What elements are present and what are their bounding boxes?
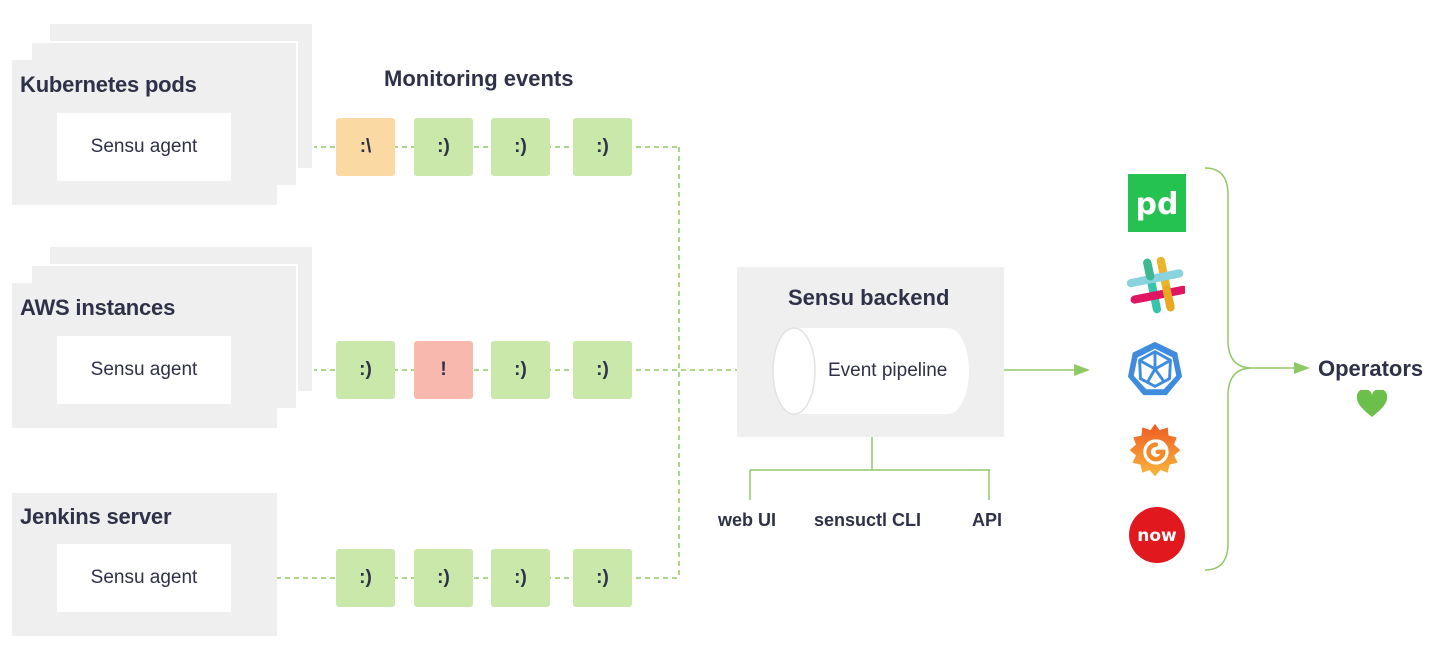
event-tile: :) [414,549,473,607]
event-tile: :) [491,549,550,607]
interface-sensuctl-cli: sensuctl CLI [814,510,922,530]
operators-label: Operators [1318,356,1424,381]
event-tile: :) [491,341,550,399]
event-tile: :) [573,341,632,399]
event-pipeline-label: Event pipeline [828,360,948,381]
servicenow-wordmark: now [1137,526,1177,546]
sensu-agent-aws: Sensu agent [57,336,231,404]
operators-arrow [1294,362,1310,374]
group-title-aws: AWS instances [20,295,176,320]
event-tile: :\ [336,118,395,176]
sensu-backend-title: Sensu backend [788,285,950,310]
group-title-kubernetes: Kubernetes pods [20,72,197,97]
kubernetes-icon [1127,341,1183,396]
event-tile: ! [414,341,473,399]
pagerduty-wordmark: pd [1136,187,1179,222]
interface-web-ui: web UI [718,510,777,530]
event-tile: :) [336,549,395,607]
event-tile: :) [336,341,395,399]
servicenow-icon: now [1129,507,1185,563]
heart-icon [1356,390,1388,417]
event-tile: :) [573,118,632,176]
architecture-diagram: Kubernetes pods Sensu agent AWS instance… [0,0,1448,658]
event-tile: :) [491,118,550,176]
interface-api: API [972,510,1003,530]
integrations-bracket [1204,167,1253,571]
pipeline-output-arrow [1074,364,1090,376]
group-title-jenkins: Jenkins server [20,504,172,529]
pagerduty-icon: pd [1128,174,1186,232]
sensu-agent-kubernetes: Sensu agent [57,113,231,181]
event-tile: :) [573,549,632,607]
monitoring-events-heading: Monitoring events [384,66,574,91]
grafana-icon [1129,423,1181,477]
slack-icon [1127,257,1185,314]
sensu-agent-jenkins: Sensu agent [57,544,231,612]
event-tile: :) [414,118,473,176]
